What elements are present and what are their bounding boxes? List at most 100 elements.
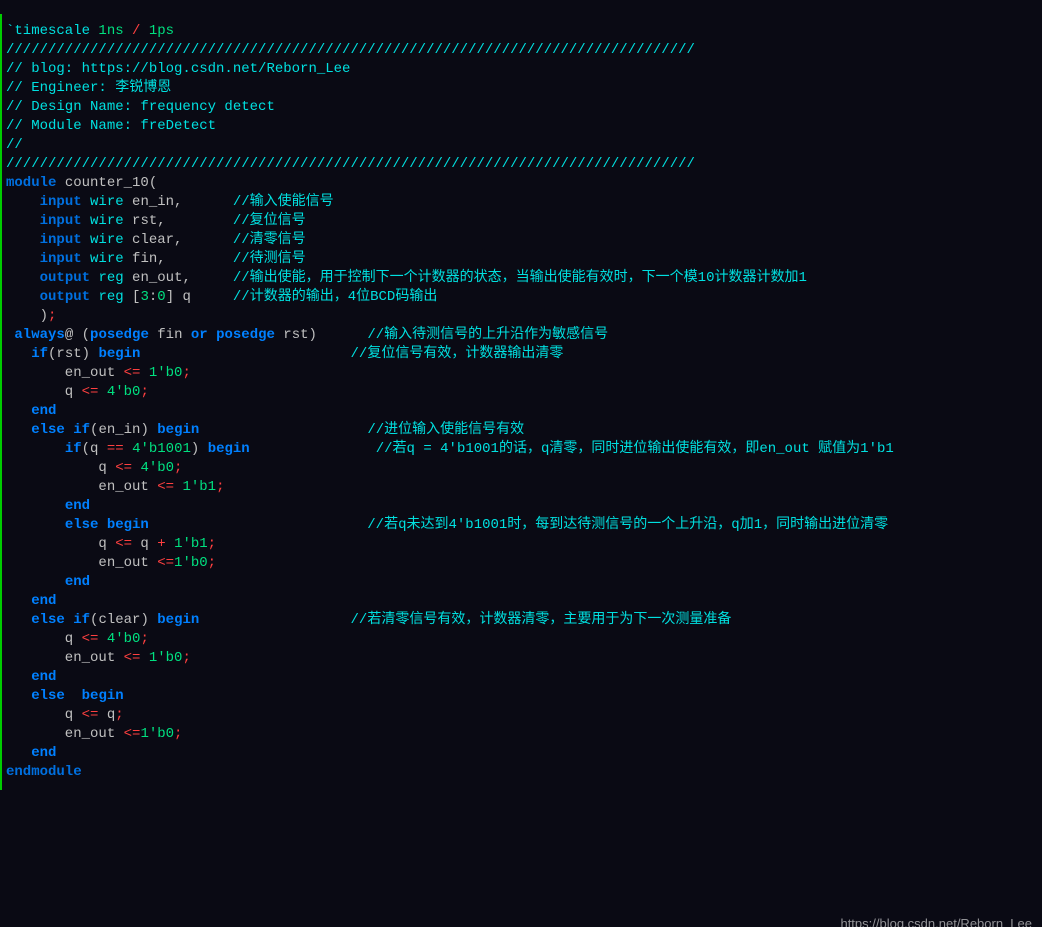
code-token: wire: [90, 194, 124, 210]
code-token: 4'b0: [107, 631, 141, 647]
code-token: [6, 403, 31, 419]
code-token: [140, 346, 350, 362]
code-token: //输入使能信号: [233, 194, 334, 210]
code-line: // blog: https://blog.csdn.net/Reborn_Le…: [6, 60, 1042, 79]
code-token: //复位信号: [233, 213, 306, 229]
code-token: q: [6, 384, 82, 400]
code-token: //若清零信号有效，计数器清零，主要用于为下一次测量准备: [351, 612, 732, 628]
code-token: [6, 517, 65, 533]
code-token: clear,: [124, 232, 233, 248]
code-token: reg: [98, 270, 123, 286]
code-token: [199, 422, 367, 438]
code-line: en_out <= 1'b0;: [6, 649, 1042, 668]
code-token: [124, 23, 132, 39]
code-token: <=: [124, 365, 141, 381]
code-token: (en_in): [90, 422, 157, 438]
code-token: end: [65, 498, 90, 514]
code-token: [208, 327, 216, 343]
code-token: en_out: [6, 650, 124, 666]
code-token: begin: [157, 612, 199, 628]
code-token: ==: [107, 441, 124, 457]
code-line: //: [6, 136, 1042, 155]
code-token: ;: [182, 365, 190, 381]
code-token: begin: [208, 441, 250, 457]
code-token: ;: [216, 479, 224, 495]
code-line: module counter_10(: [6, 174, 1042, 193]
code-token: if: [73, 612, 90, 628]
code-token: [6, 498, 65, 514]
code-line: en_out <=1'b0;: [6, 725, 1042, 744]
code-token: [166, 536, 174, 552]
code-token: ] q: [166, 289, 233, 305]
code-token: begin: [107, 517, 149, 533]
code-token: [6, 346, 31, 362]
code-token: endmodule: [6, 764, 82, 780]
code-token: wire: [90, 251, 124, 267]
code-line: end: [6, 497, 1042, 516]
code-token: always: [14, 327, 64, 343]
code-token: else: [31, 612, 65, 628]
code-token: [6, 441, 65, 457]
code-token: //计数器的输出，4位BCD码输出: [233, 289, 437, 305]
code-token: counter_10(: [56, 175, 157, 191]
code-line: input wire fin, //待测信号: [6, 250, 1042, 269]
code-line: `timescale 1ns / 1ps: [6, 22, 1042, 41]
code-token: +: [157, 536, 165, 552]
code-line: input wire en_in, //输入使能信号: [6, 193, 1042, 212]
code-token: [82, 213, 90, 229]
code-token: [124, 441, 132, 457]
code-token: begin: [82, 688, 124, 704]
code-token: ;: [208, 536, 216, 552]
code-token: reg: [98, 289, 123, 305]
code-token: [82, 251, 90, 267]
code-token: end: [31, 593, 56, 609]
code-token: //进位输入使能信号有效: [367, 422, 524, 438]
code-token: //若q未达到4'b1001时，每到达待测信号的一个上升沿，q加1，同时输出进位…: [367, 517, 888, 533]
code-token: en_out,: [124, 270, 233, 286]
code-token: [6, 669, 31, 685]
code-token: ;: [115, 707, 123, 723]
code-line: en_out <=1'b0;: [6, 554, 1042, 573]
code-token: [: [124, 289, 141, 305]
code-token: [6, 688, 31, 704]
code-token: ;: [208, 555, 216, 571]
code-token: wire: [90, 213, 124, 229]
code-token: (rst): [48, 346, 98, 362]
code-token: en_out: [6, 726, 124, 742]
code-token: if: [65, 441, 82, 457]
code-line: // Module Name: freDetect: [6, 117, 1042, 136]
code-line: input wire clear, //清零信号: [6, 231, 1042, 250]
code-token: 1'b0: [140, 726, 174, 742]
code-token: [149, 517, 367, 533]
code-line: en_out <= 1'b1;: [6, 478, 1042, 497]
code-line: input wire rst, //复位信号: [6, 212, 1042, 231]
code-token: 1'b0: [149, 365, 183, 381]
code-token: <=: [82, 631, 99, 647]
code-editor: `timescale 1ns / 1ps////////////////////…: [0, 14, 1042, 790]
code-token: // Module Name: freDetect: [6, 118, 216, 134]
code-token: // Design Name: frequency detect: [6, 99, 275, 115]
code-line: q <= q + 1'b1;: [6, 535, 1042, 554]
code-token: //清零信号: [233, 232, 306, 248]
code-line: output reg [3:0] q //计数器的输出，4位BCD码输出: [6, 288, 1042, 307]
code-line: else if(clear) begin //若清零信号有效，计数器清零，主要用…: [6, 611, 1042, 630]
code-token: input: [40, 194, 82, 210]
code-token: 1'b0: [149, 650, 183, 666]
code-token: output: [40, 270, 90, 286]
code-line: endmodule: [6, 763, 1042, 782]
code-token: end: [65, 574, 90, 590]
code-token: input: [40, 232, 82, 248]
code-line: end: [6, 573, 1042, 592]
code-token: or: [191, 327, 208, 343]
code-token: en_out: [6, 555, 157, 571]
code-token: ): [191, 441, 208, 457]
code-token: //: [6, 137, 23, 153]
code-token: q: [6, 707, 82, 723]
code-token: module: [6, 175, 56, 191]
code-token: if: [73, 422, 90, 438]
code-token: q: [98, 707, 115, 723]
code-token: <=: [124, 726, 141, 742]
code-token: (q: [82, 441, 107, 457]
code-token: ;: [48, 308, 56, 324]
code-token: `timescale: [6, 23, 98, 39]
